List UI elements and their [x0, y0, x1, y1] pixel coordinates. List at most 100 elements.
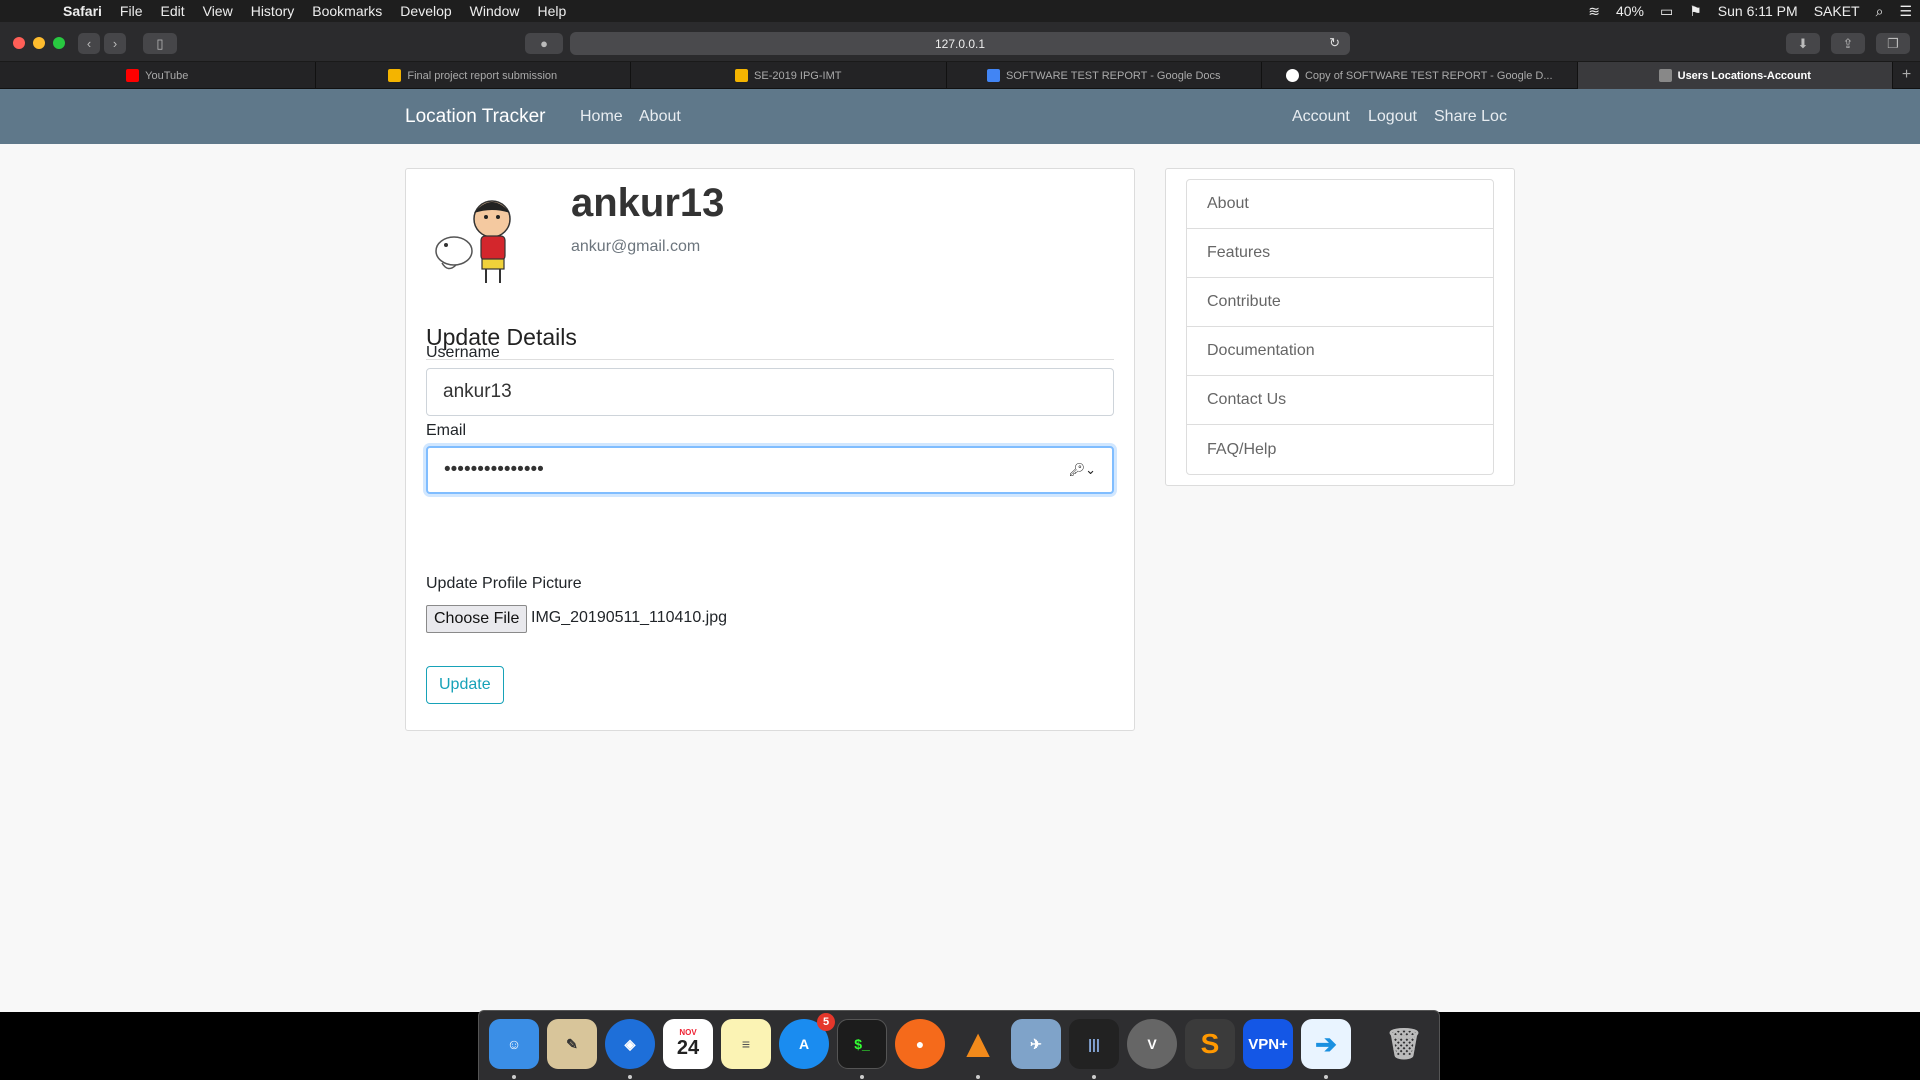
email-label: Email: [426, 422, 467, 439]
sidebar-item-documentation[interactable]: Documentation: [1187, 327, 1493, 376]
nav-account[interactable]: Account: [1292, 108, 1350, 126]
calendar-day: 24: [676, 1037, 700, 1059]
reload-icon[interactable]: ↻: [1329, 35, 1340, 51]
browser-toolbar: ‹ › ▯ ● 127.0.0.1 ↻ ⬇ ⇪ ❐: [0, 22, 1920, 62]
account-card: ankur13 ankur@gmail.com Update Details U…: [405, 168, 1135, 731]
account-email: ankur@gmail.com: [571, 238, 701, 255]
migration-assistant-icon[interactable]: ➔: [1301, 1019, 1351, 1069]
email-value: •••••••••••••••: [444, 459, 544, 480]
flag-icon[interactable]: ⚑: [1681, 3, 1710, 20]
tab-title: SOFTWARE TEST REPORT - Google Docs: [1005, 69, 1221, 82]
menu-edit[interactable]: Edit: [151, 3, 193, 19]
finder-icon[interactable]: ☺: [489, 1019, 539, 1069]
menu-bookmarks[interactable]: Bookmarks: [303, 3, 391, 19]
menu-file[interactable]: File: [111, 3, 152, 19]
firefox-icon[interactable]: ●: [895, 1019, 945, 1069]
username-input[interactable]: ankur13: [426, 368, 1114, 416]
preview-photo-icon[interactable]: ✈: [1011, 1019, 1061, 1069]
minimize-window-icon[interactable]: [33, 37, 45, 49]
sidebar-item-about[interactable]: About: [1187, 180, 1493, 229]
user-name[interactable]: SAKET: [1806, 3, 1868, 19]
nav-logout[interactable]: Logout: [1368, 108, 1417, 126]
trash-icon[interactable]: 🗑︎: [1379, 1019, 1429, 1069]
key-icon[interactable]: 🔑︎⌄: [1069, 462, 1096, 478]
tab-bar: YouTube Final project report submission …: [0, 62, 1920, 89]
terminal-icon[interactable]: $_: [837, 1019, 887, 1069]
activity-monitor-icon[interactable]: |||: [1069, 1019, 1119, 1069]
sidebar-item-features[interactable]: Features: [1187, 229, 1493, 278]
notification-center-icon[interactable]: ☰: [1891, 3, 1920, 20]
downloads-icon[interactable]: ⬇: [1786, 33, 1820, 54]
back-icon[interactable]: ‹: [78, 33, 100, 54]
running-indicator: [628, 1075, 632, 1079]
menu-safari[interactable]: Safari: [54, 3, 111, 19]
profile-picture-label: Update Profile Picture: [426, 575, 582, 592]
tab-software-test-report[interactable]: SOFTWARE TEST REPORT - Google Docs: [947, 62, 1262, 89]
sidebar-item-contribute[interactable]: Contribute: [1187, 278, 1493, 327]
menu-window[interactable]: Window: [461, 3, 529, 19]
vpn-plus-icon[interactable]: VPN+: [1243, 1019, 1293, 1069]
adblock-icon[interactable]: ●: [525, 33, 563, 54]
avatar: [435, 200, 511, 283]
google-icon: [1285, 69, 1299, 82]
battery-icon[interactable]: ▭: [1652, 3, 1681, 20]
email-input[interactable]: ••••••••••••••• 🔑︎⌄: [426, 446, 1114, 494]
tab-title: SE-2019 IPG-IMT: [754, 69, 842, 82]
sidebar-toggle-icon[interactable]: ▯: [143, 33, 177, 54]
tab-se-2019[interactable]: SE-2019 IPG-IMT: [631, 62, 947, 89]
slides-icon: [388, 69, 402, 82]
calendar-month: NOV: [679, 1028, 697, 1037]
new-tab-icon[interactable]: +: [1893, 62, 1920, 88]
calendar-icon[interactable]: NOV 24: [663, 1019, 713, 1069]
choose-file-button[interactable]: Choose File: [426, 605, 528, 633]
tab-final-project[interactable]: Final project report submission: [316, 62, 631, 89]
app-store-badge: 5: [817, 1013, 835, 1031]
tab-copy-report[interactable]: Copy of SOFTWARE TEST REPORT - Google D.…: [1262, 62, 1578, 89]
nav-about[interactable]: About: [639, 108, 681, 126]
update-button[interactable]: Update: [426, 666, 504, 704]
address-bar[interactable]: 127.0.0.1 ↻: [570, 32, 1350, 55]
wifi-icon[interactable]: ≋: [1580, 3, 1608, 20]
vlc-icon[interactable]: ▲: [953, 1019, 1003, 1069]
safari-icon[interactable]: ◈: [605, 1019, 655, 1069]
tab-title: Users Locations-Account: [1677, 69, 1811, 82]
tab-overview-icon[interactable]: ❐: [1876, 33, 1910, 54]
menu-view[interactable]: View: [194, 3, 242, 19]
clock[interactable]: Sun 6:11 PM: [1710, 3, 1806, 19]
url-text: 127.0.0.1: [934, 36, 986, 51]
sublime-text-icon[interactable]: S: [1185, 1019, 1235, 1069]
nav-share-loc[interactable]: Share Loc: [1434, 108, 1507, 126]
search-icon[interactable]: ⌕: [1868, 3, 1892, 20]
tab-title: Copy of SOFTWARE TEST REPORT - Google D.…: [1304, 69, 1553, 82]
zoom-window-icon[interactable]: [53, 37, 65, 49]
share-icon[interactable]: ⇪: [1831, 33, 1865, 54]
menu-help[interactable]: Help: [528, 3, 575, 19]
docs-icon: [986, 69, 1000, 82]
viscosity-icon[interactable]: V: [1127, 1019, 1177, 1069]
update-details-legend: Update Details: [426, 324, 1114, 360]
battery-percent[interactable]: 40%: [1608, 3, 1652, 19]
tab-youtube[interactable]: YouTube: [0, 62, 316, 89]
forward-icon[interactable]: ›: [104, 33, 126, 54]
window-controls: [13, 37, 65, 49]
menu-develop[interactable]: Develop: [391, 3, 460, 19]
preview-icon[interactable]: ✎: [547, 1019, 597, 1069]
account-username: ankur13: [571, 181, 725, 225]
notes-icon[interactable]: ≡: [721, 1019, 771, 1069]
site-navbar: Location Tracker Home About Account Logo…: [0, 89, 1920, 144]
slides-icon: [735, 69, 749, 82]
page-icon: [1658, 69, 1672, 82]
sidebar-item-contact-us[interactable]: Contact Us: [1187, 376, 1493, 425]
running-indicator: [512, 1075, 516, 1079]
sidebar-list: About Features Contribute Documentation …: [1186, 179, 1494, 475]
status-area: ≋ 40% ▭ ⚑ Sun 6:11 PM SAKET ⌕ ☰: [1580, 0, 1920, 22]
menu-history[interactable]: History: [242, 3, 304, 19]
tab-users-locations-account[interactable]: Users Locations-Account: [1577, 62, 1893, 89]
youtube-icon: [126, 69, 140, 82]
app-store-icon[interactable]: A5: [779, 1013, 835, 1069]
tab-title: Final project report submission: [407, 69, 558, 82]
site-brand[interactable]: Location Tracker: [405, 106, 545, 128]
nav-home[interactable]: Home: [580, 108, 623, 126]
close-window-icon[interactable]: [13, 37, 25, 49]
sidebar-item-faq-help[interactable]: FAQ/Help: [1187, 425, 1493, 474]
